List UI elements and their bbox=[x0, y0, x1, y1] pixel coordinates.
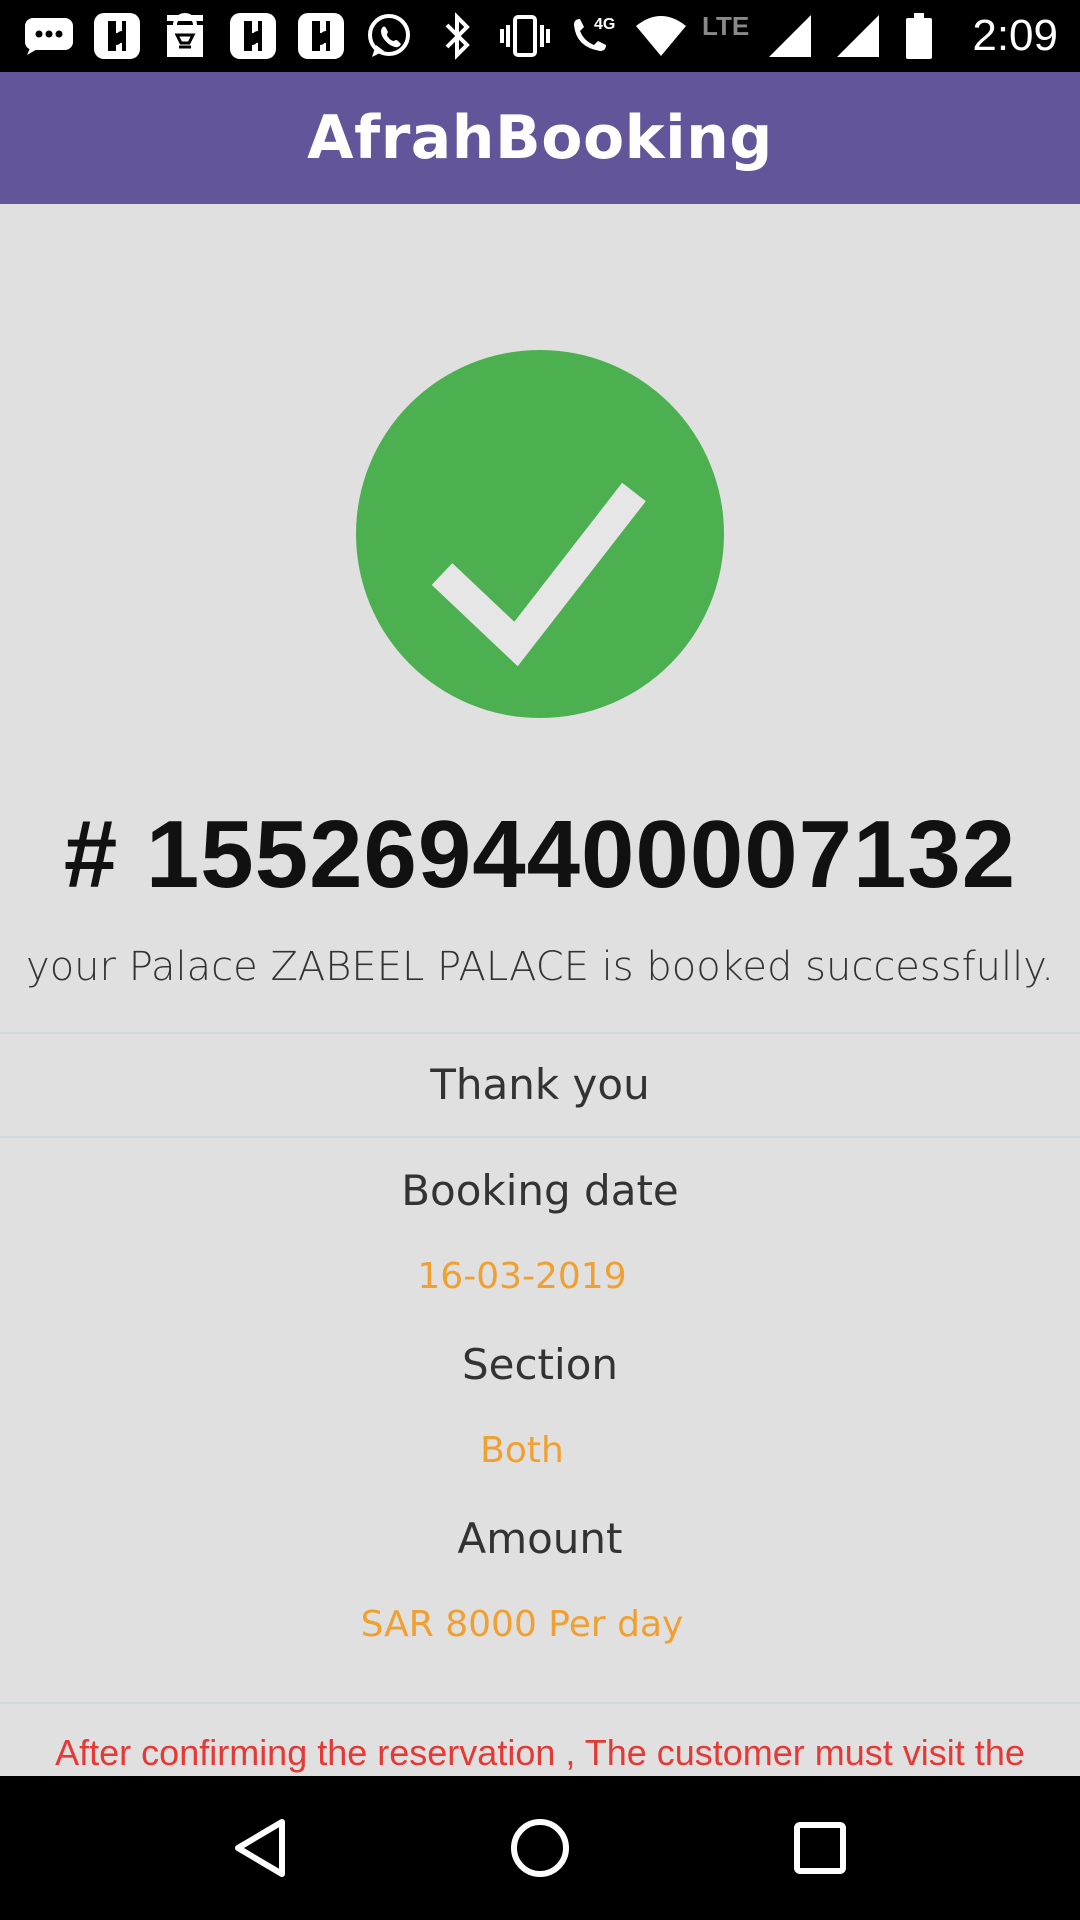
back-button[interactable] bbox=[215, 1803, 305, 1893]
divider bbox=[0, 1136, 1080, 1138]
divider bbox=[0, 1702, 1080, 1704]
section-value: Both bbox=[480, 1430, 564, 1471]
amount-value: SAR 8000 Per day bbox=[360, 1604, 684, 1645]
section-label: Section bbox=[461, 1340, 619, 1389]
status-bar: 4G LTE 2:09 bbox=[0, 0, 1080, 72]
signal-icon bbox=[763, 10, 817, 62]
app-icon bbox=[294, 10, 348, 62]
check-icon bbox=[431, 482, 646, 667]
message-icon bbox=[22, 10, 76, 62]
recents-button[interactable] bbox=[775, 1803, 865, 1893]
network-type-label: LTE bbox=[702, 10, 750, 41]
wifi-icon bbox=[634, 10, 688, 62]
thank-you-text: Thank you bbox=[430, 1060, 650, 1109]
wifi-call-icon: 4G bbox=[566, 10, 620, 62]
store-icon bbox=[158, 10, 212, 62]
back-icon bbox=[235, 1819, 285, 1877]
home-button[interactable] bbox=[495, 1803, 585, 1893]
app-icon bbox=[90, 10, 144, 62]
divider bbox=[0, 1032, 1080, 1034]
system-status: 2:09 bbox=[892, 10, 1058, 62]
app-bar: AfrahBooking bbox=[0, 72, 1080, 204]
home-icon bbox=[511, 1819, 569, 1877]
battery-icon bbox=[892, 10, 946, 62]
bluetooth-icon bbox=[430, 10, 484, 62]
reservation-notice: After confirming the reservation , The c… bbox=[55, 1732, 1025, 1773]
booking-date-value: 16-03-2019 bbox=[417, 1256, 627, 1297]
notification-icons: 4G LTE bbox=[22, 10, 892, 62]
svg-text:4G: 4G bbox=[594, 16, 615, 33]
success-message: your Palace ZABEEL PALACE is booked succ… bbox=[26, 944, 1054, 990]
booking-date-label: Booking date bbox=[401, 1166, 679, 1215]
booking-number: # 1552694400007132 bbox=[63, 801, 1017, 908]
recents-icon bbox=[794, 1822, 846, 1874]
amount-label: Amount bbox=[457, 1514, 623, 1563]
booking-confirmation: # 1552694400007132 your Palace ZABEEL PA… bbox=[0, 204, 1080, 1776]
app-title: AfrahBooking bbox=[307, 103, 773, 173]
vibrate-icon bbox=[498, 10, 552, 62]
clock: 2:09 bbox=[972, 11, 1058, 60]
app-icon bbox=[226, 10, 280, 62]
signal-icon bbox=[831, 10, 885, 62]
navigation-bar bbox=[0, 1776, 1080, 1920]
whatsapp-icon bbox=[362, 10, 416, 62]
success-badge bbox=[356, 350, 724, 718]
